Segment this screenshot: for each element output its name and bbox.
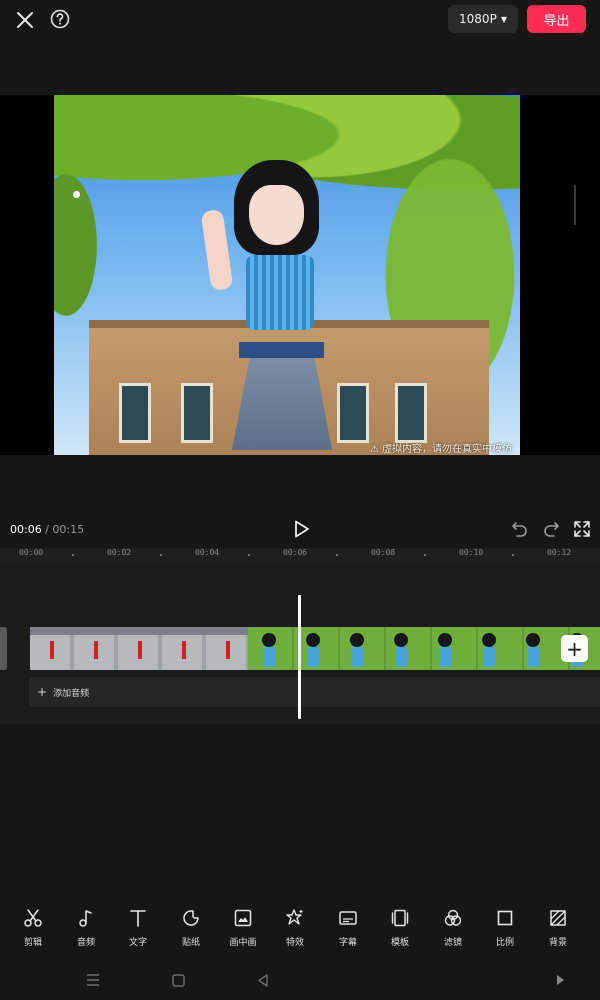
playhead[interactable] <box>298 595 301 719</box>
subtitle-icon <box>339 911 357 925</box>
tool-cut[interactable]: 剪辑 <box>7 905 59 953</box>
current-time: 00:06 <box>10 523 42 536</box>
previous-clip-edge[interactable] <box>0 627 7 670</box>
bottom-toolbar: 剪辑 音频 文字 贴纸 画中画 特效 字幕 模板 滤镜 比例 背景 <box>0 905 600 955</box>
ruler-label: 00:06 <box>283 548 308 557</box>
system-nav-bar <box>0 960 600 1000</box>
ratio-icon <box>497 910 513 926</box>
tool-label: 滤镜 <box>443 938 462 948</box>
sticker-icon <box>183 910 199 926</box>
total-time: 00:15 <box>52 523 85 536</box>
tool-effects[interactable]: 特效 <box>269 905 321 953</box>
time-display: 00:06 / 00:15 <box>10 523 84 536</box>
preview-dot <box>73 191 80 198</box>
close-icon[interactable] <box>10 5 40 35</box>
tool-label: 文字 <box>128 938 147 948</box>
add-audio-label: 添加音频 <box>53 688 90 699</box>
add-audio-track[interactable]: + 添加音频 <box>29 677 600 707</box>
resolution-select[interactable]: 1080P ▼ <box>448 5 518 33</box>
tool-label: 音频 <box>76 938 95 948</box>
background-icon <box>550 910 566 926</box>
preview-scroll-handle[interactable] <box>574 185 576 225</box>
tool-label: 剪辑 <box>23 938 42 948</box>
back-icon[interactable] <box>255 972 271 988</box>
help-icon[interactable] <box>46 5 74 33</box>
tool-label: 画中画 <box>229 938 257 948</box>
tool-template[interactable]: 模板 <box>374 905 426 953</box>
video-frame: ⚠ 虚拟内容，请勿在真实中模仿 <box>54 95 520 455</box>
tool-background[interactable]: 背景 <box>532 905 584 953</box>
template-icon <box>391 909 409 927</box>
tool-label: 模板 <box>390 938 409 948</box>
plus-icon: + <box>37 685 48 699</box>
export-button[interactable]: 导出 <box>527 5 586 33</box>
scissors-icon <box>24 909 42 927</box>
timeline-ruler[interactable]: 00:00 00:02 00:04 00:06 00:08 00:10 00:1… <box>0 548 600 564</box>
ruler-label: 00:04 <box>195 548 220 557</box>
tool-label: 比例 <box>495 938 514 948</box>
video-clip-1[interactable] <box>30 627 248 670</box>
tool-label: 背景 <box>548 938 567 948</box>
tool-label: 贴纸 <box>181 938 200 948</box>
effects-star-icon <box>286 909 303 925</box>
tool-filter[interactable]: 滤镜 <box>427 905 479 953</box>
redo-icon[interactable] <box>541 519 561 539</box>
tool-ratio[interactable]: 比例 <box>479 905 531 953</box>
resolution-label: 1080P <box>459 12 497 26</box>
tool-subtitle[interactable]: 字幕 <box>322 905 374 953</box>
time-separator: / <box>41 523 53 536</box>
expand-icon[interactable] <box>552 972 568 988</box>
tool-audio[interactable]: 音频 <box>60 905 112 953</box>
play-icon[interactable] <box>290 518 312 540</box>
top-bar: 1080P ▼ 导出 <box>0 0 600 40</box>
tool-pip[interactable]: 画中画 <box>217 905 269 953</box>
ruler-label: 00:10 <box>459 548 484 557</box>
home-icon[interactable] <box>170 972 186 988</box>
tool-label: 字幕 <box>338 938 357 948</box>
ruler-label: 00:12 <box>547 548 572 557</box>
ruler-label: 00:00 <box>19 548 44 557</box>
ruler-label: 00:02 <box>107 548 132 557</box>
video-preview[interactable]: ⚠ 虚拟内容，请勿在真实中模仿 <box>0 95 600 455</box>
caret-down-icon: ▼ <box>500 14 507 24</box>
undo-icon[interactable] <box>510 519 530 539</box>
plus-icon[interactable]: + <box>561 635 588 662</box>
filter-icon <box>444 909 462 926</box>
text-icon <box>130 910 146 927</box>
music-note-icon <box>79 910 92 927</box>
menu-icon[interactable] <box>85 972 101 988</box>
tool-sticker[interactable]: 贴纸 <box>165 905 217 953</box>
tool-label: 特效 <box>285 938 304 948</box>
picture-in-picture-icon <box>234 909 252 927</box>
tool-text[interactable]: 文字 <box>112 905 164 953</box>
anime-character <box>200 150 374 455</box>
warning-watermark: ⚠ 虚拟内容，请勿在真实中模仿 <box>369 444 512 455</box>
ruler-label: 00:08 <box>371 548 396 557</box>
fullscreen-icon[interactable] <box>572 519 592 539</box>
